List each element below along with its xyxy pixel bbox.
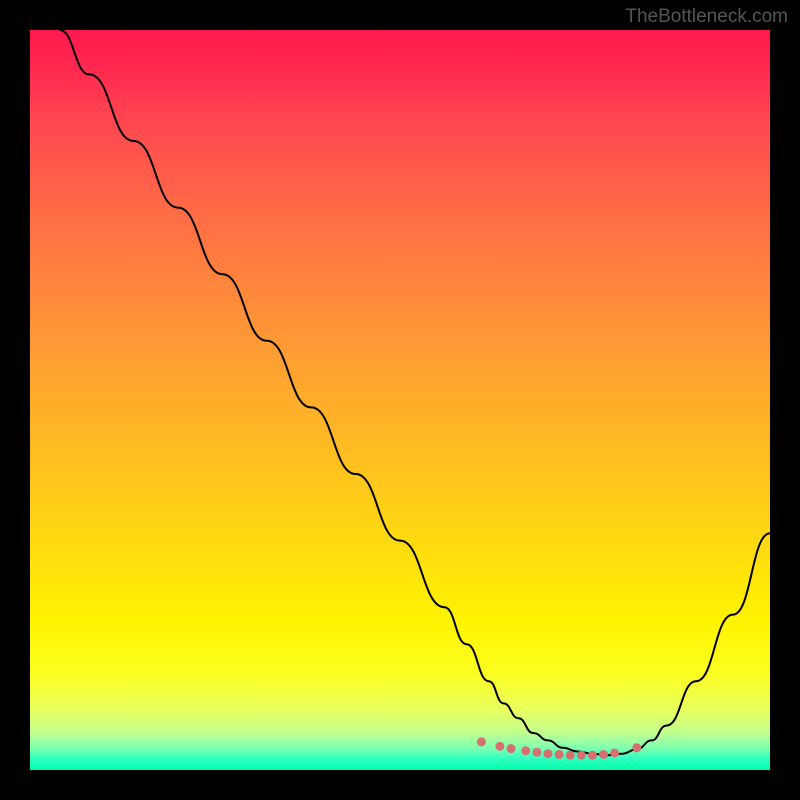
- bottleneck-curve: [60, 30, 770, 755]
- data-marker: [599, 750, 608, 759]
- data-marker: [632, 743, 641, 752]
- data-marker: [588, 751, 597, 760]
- data-marker: [555, 750, 564, 759]
- data-marker: [577, 751, 586, 760]
- data-marker: [477, 737, 486, 746]
- data-marker: [610, 748, 619, 757]
- data-marker: [566, 751, 575, 760]
- data-marker: [532, 748, 541, 757]
- data-marker: [507, 744, 516, 753]
- chart-area: [30, 30, 770, 770]
- data-marker: [495, 742, 504, 751]
- watermark-text: TheBottleneck.com: [625, 6, 788, 28]
- data-markers: [477, 737, 641, 759]
- chart-svg: [30, 30, 770, 770]
- data-marker: [544, 749, 553, 758]
- data-marker: [521, 746, 530, 755]
